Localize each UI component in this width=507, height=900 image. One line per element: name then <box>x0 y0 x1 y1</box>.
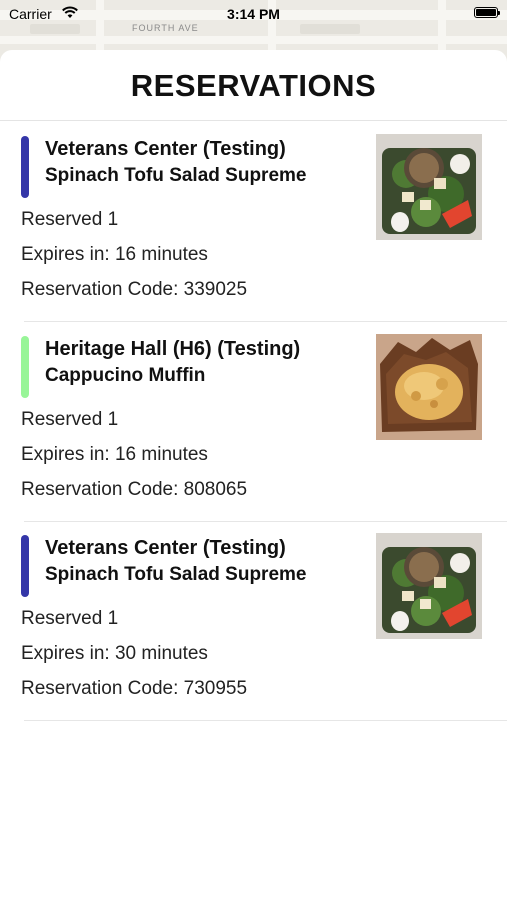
status-bar: Carrier 3:14 PM <box>0 0 507 30</box>
accent-bar <box>21 535 29 597</box>
expiry-text: Expires in: 30 minutes <box>21 643 208 664</box>
reservations-sheet: RESERVATIONS Veterans Center (Testing) S… <box>0 50 507 900</box>
expiry-text: Expires in: 16 minutes <box>21 444 208 465</box>
location-name: Heritage Hall (H6) (Testing) <box>45 338 301 360</box>
salad-image <box>376 533 482 639</box>
reserved-count: Reserved 1 <box>21 209 119 230</box>
page-title: RESERVATIONS <box>130 68 377 103</box>
accent-bar <box>21 336 29 398</box>
muffin-image <box>376 334 482 440</box>
reserved-count: Reserved 1 <box>21 409 119 430</box>
item-name: Spinach Tofu Salad Supreme <box>45 564 307 585</box>
accent-bar <box>21 136 29 198</box>
card-divider <box>24 720 507 721</box>
clock: 3:14 PM <box>227 6 280 22</box>
reserved-count: Reserved 1 <box>21 608 119 629</box>
reservation-card[interactable]: Veterans Center (Testing) Spinach Tofu S… <box>0 521 507 721</box>
reservation-code: Reservation Code: 730955 <box>21 678 248 699</box>
salad-image <box>376 134 482 240</box>
reservation-code: Reservation Code: 339025 <box>21 279 248 300</box>
item-name: Spinach Tofu Salad Supreme <box>45 165 307 186</box>
expiry-text: Expires in: 16 minutes <box>21 244 208 265</box>
location-name: Veterans Center (Testing) <box>45 537 286 559</box>
battery-icon <box>474 7 500 18</box>
location-name: Veterans Center (Testing) <box>45 138 286 160</box>
reservation-card[interactable]: Veterans Center (Testing) Spinach Tofu S… <box>0 122 507 322</box>
reservation-code: Reservation Code: 808065 <box>21 479 248 500</box>
reservation-card[interactable]: Heritage Hall (H6) (Testing) Cappucino M… <box>0 322 507 522</box>
title-divider <box>0 120 507 121</box>
item-name: Cappucino Muffin <box>45 365 206 386</box>
